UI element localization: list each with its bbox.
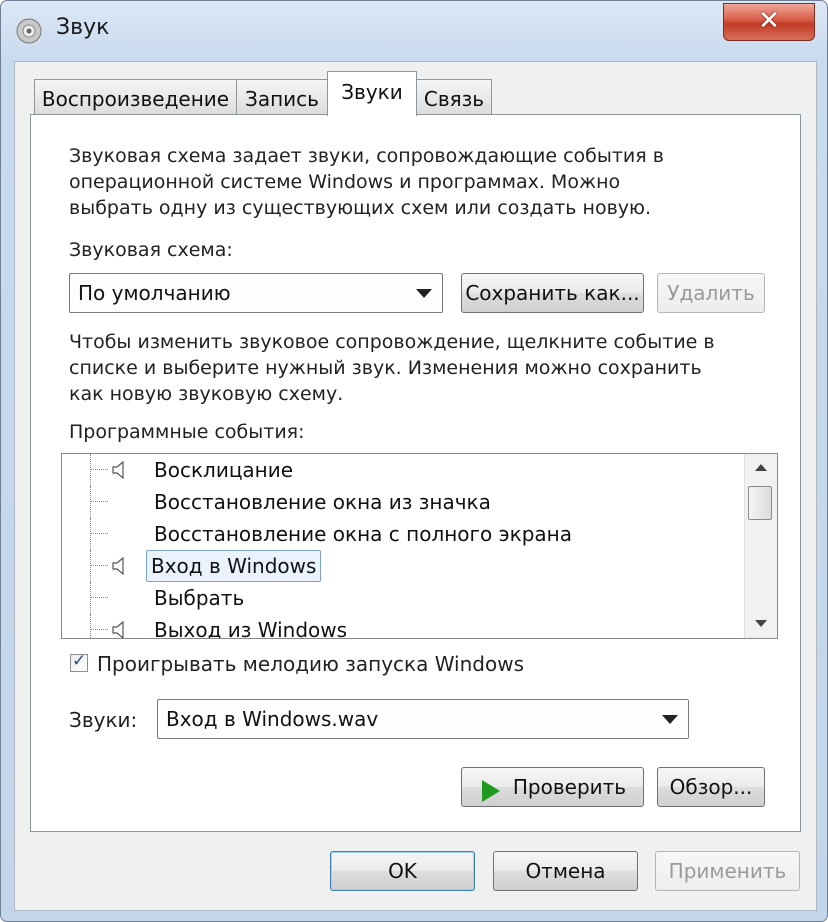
list-item[interactable]: Восстановление окна из значка [62,486,742,518]
apply-button[interactable]: Применить [655,851,800,891]
test-button[interactable]: Проверить [461,767,644,807]
play-icon [482,780,500,802]
save-as-button[interactable]: Сохранить как... [461,273,644,313]
scroll-up-arrow-icon[interactable] [745,454,777,482]
sounds-label: Звуки: [69,708,138,732]
dropdown-arrow-icon [416,289,432,298]
speaker-icon [112,556,124,576]
tree-line [90,533,108,534]
program-events-list[interactable]: Восклицание Восстановление окна из значк… [61,453,778,639]
list-item[interactable]: Восклицание [62,454,742,486]
startup-sound-checkbox[interactable]: ✓ [70,651,88,672]
close-button[interactable]: ✕ [723,3,815,41]
title-bar[interactable]: Звук ✕ [1,1,827,59]
tree-line [90,518,91,550]
dropdown-arrow-icon [662,715,678,724]
startup-sound-label[interactable]: Проигрывать мелодию запуска Windows [97,651,524,677]
window-title: Звук [56,15,110,40]
tab-recording[interactable]: Запись [236,79,328,115]
speaker-icon [112,460,124,480]
event-label: Выбрать [154,586,245,610]
speaker-app-icon [16,18,42,44]
close-icon: ✕ [758,6,780,36]
scroll-down-arrow-icon[interactable] [745,610,777,638]
list-item-selected[interactable]: Вход в Windows [62,550,742,582]
instructions-line-3: как новую звуковую схему. [69,383,344,405]
scheme-dropdown[interactable]: По умолчанию [69,273,443,313]
description-line-2: операционной системе Windows и программа… [69,171,621,193]
events-label: Программные события: [69,421,305,443]
tree-line [90,550,91,582]
delete-button[interactable]: Удалить [657,273,765,313]
tab-sounds[interactable]: Звуки [327,71,417,116]
cancel-button[interactable]: Отмена [493,851,638,891]
tree-line [90,614,91,638]
list-item[interactable]: Восстановление окна с полного экрана [62,518,742,550]
ok-button[interactable]: OK [330,851,475,891]
description-line-1: Звуковая схема задает звуки, сопровождаю… [69,145,664,167]
list-item[interactable]: Выход из Windows [62,614,742,639]
test-button-label: Проверить [512,775,627,799]
tab-communications[interactable]: Связь [416,79,492,115]
list-item[interactable]: Выбрать [62,582,742,614]
browse-button[interactable]: Обзор... [657,767,765,807]
sound-file-value: Вход в Windows.wav [166,707,379,731]
event-label: Восстановление окна из значка [154,490,491,514]
tree-line [90,454,91,486]
event-label: Восстановление окна с полного экрана [154,522,572,546]
tree-line [90,582,91,614]
description-line-3: выбрать одну из существующих схем или со… [69,197,652,219]
checkmark-icon: ✓ [72,651,87,671]
sound-file-dropdown[interactable]: Вход в Windows.wav [157,699,689,739]
instructions-line-2: списке и выберите нужный звук. Изменения… [69,357,702,379]
vertical-scrollbar[interactable] [744,454,777,638]
tree-line [90,501,108,502]
tree-line [90,629,108,630]
tree-line [90,469,108,470]
instructions-line-1: Чтобы изменить звуковое сопровождение, щ… [69,331,715,353]
scheme-label: Звуковая схема: [69,239,233,261]
event-label: Восклицание [154,458,294,482]
event-label: Вход в Windows [146,550,322,582]
sound-dialog-window: Звук ✕ Воспроизведение Запись Звуки Связ… [0,0,828,922]
speaker-icon [112,620,124,638]
tree-line [90,486,91,518]
tree-line [90,597,108,598]
sounds-tab-panel: Звуковая схема задает звуки, сопровождаю… [30,114,801,832]
scheme-value: По умолчанию [78,281,231,305]
scroll-thumb[interactable] [748,486,772,520]
dialog-body: Воспроизведение Запись Звуки Связь Звуко… [14,61,817,911]
tab-playback[interactable]: Воспроизведение [34,79,237,115]
tree-line [90,565,108,566]
event-label: Выход из Windows [154,618,348,639]
